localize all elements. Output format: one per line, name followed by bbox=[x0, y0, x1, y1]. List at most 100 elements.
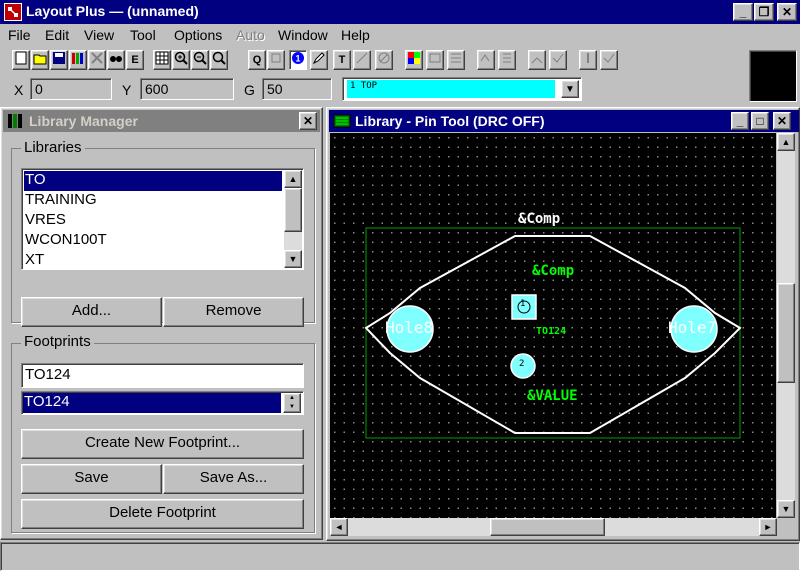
list-item[interactable]: VRES bbox=[24, 211, 282, 231]
menu-edit[interactable]: Edit bbox=[45, 27, 69, 43]
part-label: TO124 bbox=[536, 326, 567, 337]
edit-icon[interactable]: E bbox=[126, 50, 144, 70]
scroll-up-icon[interactable]: ▲ bbox=[777, 133, 795, 151]
close-icon[interactable]: ✕ bbox=[773, 112, 791, 130]
library-list-scrollbar[interactable]: ▲ ▼ bbox=[284, 170, 302, 268]
menu-tool[interactable]: Tool bbox=[130, 27, 156, 43]
delete-icon[interactable] bbox=[88, 50, 106, 70]
text-tool-icon[interactable]: T bbox=[333, 50, 351, 70]
add-library-button[interactable]: Add... bbox=[21, 297, 162, 327]
layer-value: 1 TOP bbox=[347, 80, 555, 98]
remove-library-button[interactable]: Remove bbox=[163, 297, 304, 327]
list-item[interactable]: TRAINING bbox=[24, 191, 282, 211]
library-icon bbox=[8, 114, 22, 128]
scroll-thumb[interactable] bbox=[490, 518, 605, 536]
board-icon bbox=[333, 114, 351, 128]
check-icon[interactable] bbox=[549, 50, 567, 70]
close-icon[interactable]: ✕ bbox=[299, 112, 317, 130]
library-list[interactable]: TO TRAINING VRES WCON100T XT ▲ ▼ bbox=[21, 168, 304, 270]
chevron-down-icon[interactable]: ▼ bbox=[561, 80, 579, 98]
footprint-select[interactable]: TO124 ▲ ▼ bbox=[21, 391, 304, 415]
find-icon[interactable] bbox=[107, 50, 125, 70]
pin-tool-icon[interactable]: 1 bbox=[289, 50, 307, 70]
scroll-right-icon[interactable]: ► bbox=[759, 518, 777, 536]
comp-inner-label: &Comp bbox=[532, 263, 575, 279]
connection-icon[interactable] bbox=[353, 50, 371, 70]
grid-icon[interactable] bbox=[447, 50, 465, 70]
restore-button[interactable]: ❐ bbox=[754, 3, 774, 21]
menu-file[interactable]: File bbox=[8, 27, 31, 43]
scroll-up-icon[interactable]: ▲ bbox=[284, 170, 302, 188]
info-icon[interactable] bbox=[579, 50, 597, 70]
library-manager-title: Library Manager bbox=[29, 113, 138, 129]
new-icon[interactable] bbox=[12, 50, 30, 70]
error-icon[interactable] bbox=[375, 50, 393, 70]
app-icon[interactable] bbox=[4, 3, 22, 21]
scroll-thumb[interactable] bbox=[777, 283, 795, 383]
swap-icon[interactable] bbox=[498, 50, 516, 70]
save-icon[interactable] bbox=[50, 50, 68, 70]
footprint-selected[interactable]: TO124 bbox=[23, 393, 281, 413]
canvas-hscrollbar[interactable]: ◄ ► bbox=[330, 518, 777, 536]
footprint-input[interactable]: TO124 bbox=[21, 363, 304, 388]
layer-select[interactable]: 1 TOP ▼ bbox=[342, 77, 582, 101]
menu-options[interactable]: Options bbox=[174, 27, 222, 43]
library-icon[interactable] bbox=[69, 50, 87, 70]
minimize-button[interactable]: _ bbox=[733, 3, 753, 21]
comp-outer-label: &Comp bbox=[518, 211, 561, 227]
list-item[interactable]: XT bbox=[24, 251, 282, 271]
list-item[interactable]: TO bbox=[24, 171, 282, 191]
scroll-down-icon[interactable]: ▼ bbox=[284, 250, 302, 268]
route-icon[interactable] bbox=[528, 50, 546, 70]
pin-tool-title: Library - Pin Tool (DRC OFF) bbox=[355, 113, 545, 129]
svg-text:1: 1 bbox=[295, 54, 300, 64]
maximize-button[interactable]: □ bbox=[751, 112, 769, 130]
menu-view[interactable]: View bbox=[84, 27, 114, 43]
menu-bar: File Edit View Tool Options Auto Window … bbox=[0, 24, 800, 46]
toolbar: E Q 1 T bbox=[0, 46, 745, 74]
footprints-label: Footprints bbox=[21, 333, 94, 350]
color-swatch bbox=[749, 50, 797, 102]
open-icon[interactable] bbox=[31, 50, 49, 70]
x-field[interactable]: 0 bbox=[30, 78, 112, 100]
menu-auto[interactable]: Auto bbox=[236, 27, 265, 43]
spreadsheet-icon[interactable] bbox=[153, 50, 171, 70]
scroll-thumb[interactable] bbox=[284, 188, 302, 232]
footprint-canvas[interactable]: &Comp &Comp TO124 &VALUE Hole8 Hole7 1 2 bbox=[330, 133, 776, 518]
zoom-in-icon[interactable] bbox=[172, 50, 190, 70]
scroll-left-icon[interactable]: ◄ bbox=[330, 518, 348, 536]
autoroute-icon[interactable] bbox=[477, 50, 495, 70]
verify-icon[interactable] bbox=[600, 50, 618, 70]
menu-window[interactable]: Window bbox=[278, 27, 328, 43]
title-bar: Layout Plus — (unnamed) _ ❐ ✕ bbox=[0, 0, 800, 24]
g-label: G bbox=[244, 82, 255, 98]
list-item[interactable]: WCON100T bbox=[24, 231, 282, 251]
save-footprint-button[interactable]: Save bbox=[21, 464, 162, 494]
spinner-icon[interactable]: ▲ ▼ bbox=[283, 393, 301, 413]
scroll-down-icon[interactable]: ▼ bbox=[777, 500, 795, 518]
menu-help[interactable]: Help bbox=[341, 27, 370, 43]
query-icon[interactable]: Q bbox=[248, 50, 266, 70]
component-tool-icon[interactable] bbox=[267, 50, 285, 70]
y-label: Y bbox=[122, 82, 132, 98]
library-manager-titlebar: Library Manager ✕ bbox=[3, 110, 320, 132]
color-icon[interactable] bbox=[405, 50, 423, 70]
obstacle-tool-icon[interactable] bbox=[310, 50, 328, 70]
canvas-vscrollbar[interactable]: ▲ ▼ bbox=[777, 133, 795, 518]
create-footprint-button[interactable]: Create New Footprint... bbox=[21, 429, 304, 459]
library-manager-panel: Library Manager ✕ Libraries TO TRAINING … bbox=[0, 107, 323, 540]
zoom-out-icon[interactable] bbox=[191, 50, 209, 70]
libraries-label: Libraries bbox=[21, 139, 85, 156]
grid-field[interactable]: 50 bbox=[262, 78, 332, 100]
x-label: X bbox=[14, 82, 24, 98]
value-label: &VALUE bbox=[527, 388, 578, 404]
drc-icon[interactable] bbox=[426, 50, 444, 70]
minimize-button[interactable]: _ bbox=[731, 112, 749, 130]
save-as-button[interactable]: Save As... bbox=[163, 464, 304, 494]
delete-footprint-button[interactable]: Delete Footprint bbox=[21, 499, 304, 529]
zoom-all-icon[interactable] bbox=[210, 50, 228, 70]
hole-right-label: Hole7 bbox=[668, 318, 717, 337]
close-button[interactable]: ✕ bbox=[777, 3, 797, 21]
y-field[interactable]: 600 bbox=[140, 78, 234, 100]
pin-1-label: 1 bbox=[520, 299, 526, 309]
